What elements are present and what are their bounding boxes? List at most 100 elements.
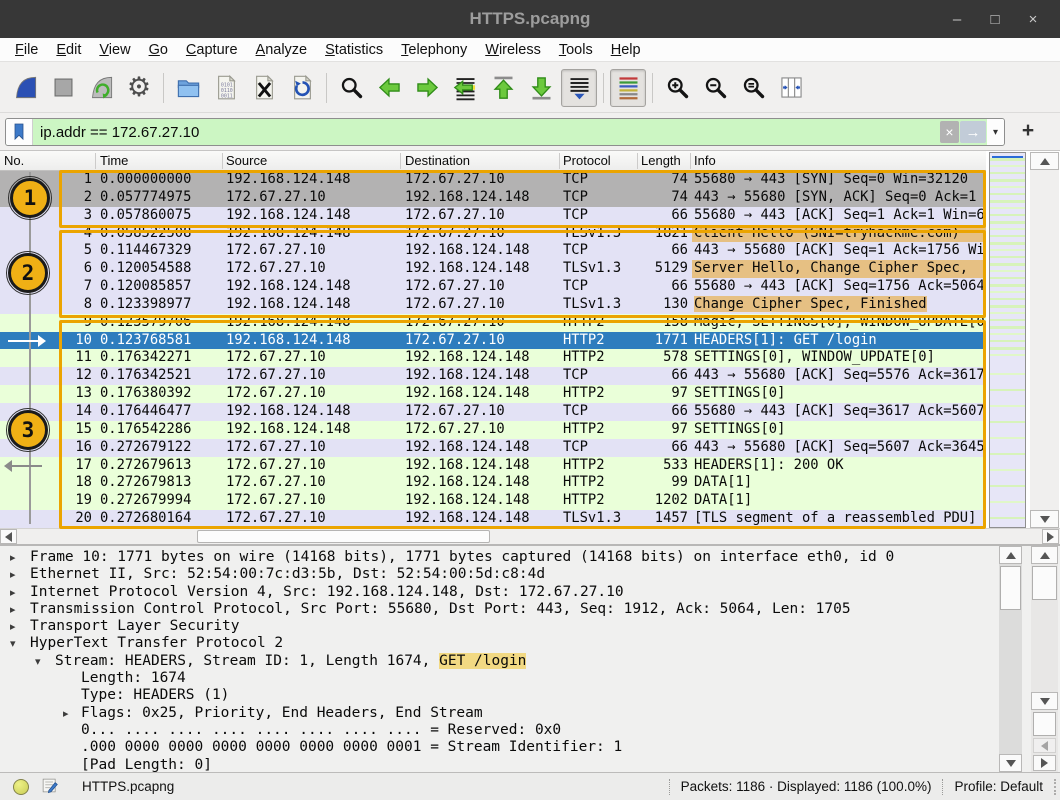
- column-separator[interactable]: [690, 153, 691, 169]
- collapsed-arrow-icon[interactable]: ▸: [63, 705, 69, 722]
- column-header-no[interactable]: No.: [4, 153, 24, 168]
- packet-row-17[interactable]: 170.272679613172.67.27.10192.168.124.148…: [0, 457, 986, 475]
- minimize-icon[interactable]: –: [938, 0, 976, 38]
- filter-input[interactable]: ip.addr == 172.67.27.10: [33, 119, 938, 145]
- detail-line[interactable]: [Pad Length: 0]: [0, 757, 996, 772]
- resize-columns-icon[interactable]: [773, 69, 809, 107]
- maximize-icon[interactable]: □: [976, 0, 1014, 38]
- scroll-down-icon[interactable]: [1031, 692, 1058, 710]
- expert-info-icon[interactable]: [13, 779, 29, 795]
- packet-row-3[interactable]: 30.057860075192.168.124.148172.67.27.10T…: [0, 207, 986, 225]
- filter-apply-icon[interactable]: →: [960, 121, 986, 143]
- collapsed-arrow-icon[interactable]: ▸: [10, 566, 16, 583]
- collapsed-arrow-icon[interactable]: ▸: [10, 584, 16, 601]
- menu-tools[interactable]: Tools: [550, 40, 602, 60]
- profile-label[interactable]: Profile: Default: [954, 779, 1043, 794]
- column-separator[interactable]: [637, 153, 638, 169]
- filter-bookmark-icon[interactable]: [6, 119, 33, 145]
- scroll-up-icon[interactable]: [999, 546, 1022, 564]
- outer-vscrollbar[interactable]: [1031, 546, 1058, 772]
- detail-line[interactable]: 0... .... .... .... .... .... .... .... …: [0, 722, 996, 739]
- menu-go[interactable]: Go: [140, 40, 177, 60]
- close-icon[interactable]: ×: [1014, 0, 1052, 38]
- menu-wireless[interactable]: Wireless: [476, 40, 550, 60]
- detail-line[interactable]: ▸Frame 10: 1771 bytes on wire (14168 bit…: [0, 549, 996, 566]
- menu-telephony[interactable]: Telephony: [392, 40, 476, 60]
- column-header-protocol[interactable]: Protocol: [563, 153, 611, 168]
- details-scroll-thumb[interactable]: [1000, 566, 1021, 610]
- filter-clear-icon[interactable]: ×: [940, 121, 959, 143]
- packet-row-4[interactable]: 40.058522508192.168.124.148172.67.27.10T…: [0, 225, 986, 243]
- intelligent-scrollbar[interactable]: [989, 152, 1026, 528]
- collapsed-arrow-icon[interactable]: ▸: [10, 618, 16, 635]
- column-header-source[interactable]: Source: [226, 153, 267, 168]
- colorize-icon[interactable]: [610, 69, 646, 107]
- scroll-up-icon[interactable]: [1031, 546, 1058, 564]
- save-file-icon[interactable]: 010101100011: [208, 69, 244, 107]
- capture-comment-icon[interactable]: [41, 777, 58, 797]
- packet-row-18[interactable]: 180.272679813172.67.27.10192.168.124.148…: [0, 474, 986, 492]
- details-vscrollbar[interactable]: [999, 546, 1022, 772]
- column-separator[interactable]: [559, 153, 560, 169]
- scroll-right-icon[interactable]: [1042, 529, 1059, 544]
- packet-list-vscrollbar[interactable]: [1030, 152, 1059, 528]
- collapsed-arrow-icon[interactable]: ▸: [10, 549, 16, 566]
- start-capture-icon[interactable]: [7, 69, 43, 107]
- outer-scroll-thumb[interactable]: [1032, 566, 1057, 600]
- packet-row-10[interactable]: 100.123768581192.168.124.148172.67.27.10…: [0, 332, 986, 350]
- packet-row-6[interactable]: 60.120054588172.67.27.10192.168.124.148T…: [0, 260, 986, 278]
- menu-statistics[interactable]: Statistics: [316, 40, 392, 60]
- packet-row-20[interactable]: 200.272680164172.67.27.10192.168.124.148…: [0, 510, 986, 528]
- packet-row-2[interactable]: 20.057774975172.67.27.10192.168.124.148T…: [0, 189, 986, 207]
- menu-edit[interactable]: Edit: [47, 40, 90, 60]
- go-first-icon[interactable]: [485, 69, 521, 107]
- go-last-icon[interactable]: [523, 69, 559, 107]
- packet-row-5[interactable]: 50.114467329172.67.27.10192.168.124.148T…: [0, 242, 986, 260]
- go-back-icon[interactable]: [371, 69, 407, 107]
- detail-line[interactable]: Type: HEADERS (1): [0, 687, 996, 704]
- packet-row-7[interactable]: 70.120085857192.168.124.148172.67.27.10T…: [0, 278, 986, 296]
- go-forward-icon[interactable]: [409, 69, 445, 107]
- filter-add-button[interactable]: +: [1014, 117, 1042, 145]
- restart-capture-icon[interactable]: [83, 69, 119, 107]
- menu-capture[interactable]: Capture: [177, 40, 247, 60]
- go-to-packet-icon[interactable]: [447, 69, 483, 107]
- detail-line[interactable]: ▸Transmission Control Protocol, Src Port…: [0, 601, 996, 618]
- scroll-down-icon[interactable]: [1030, 510, 1059, 528]
- column-separator[interactable]: [95, 153, 96, 169]
- zoom-in-icon[interactable]: [659, 69, 695, 107]
- scroll-up-icon[interactable]: [1030, 152, 1059, 170]
- packet-row-1[interactable]: 10.000000000192.168.124.148172.67.27.10T…: [0, 171, 986, 189]
- scroll-left-icon[interactable]: [1033, 738, 1056, 753]
- scroll-left-icon[interactable]: [0, 529, 17, 544]
- packet-row-19[interactable]: 190.272679994172.67.27.10192.168.124.148…: [0, 492, 986, 510]
- open-file-icon[interactable]: [170, 69, 206, 107]
- packet-row-11[interactable]: 110.176342271172.67.27.10192.168.124.148…: [0, 349, 986, 367]
- menu-help[interactable]: Help: [602, 40, 650, 60]
- packet-row-8[interactable]: 80.123398977192.168.124.148172.67.27.10T…: [0, 296, 986, 314]
- column-separator[interactable]: [400, 153, 401, 169]
- detail-line[interactable]: ▸Transport Layer Security: [0, 618, 996, 635]
- detail-line[interactable]: Length: 1674: [0, 670, 996, 687]
- detail-line[interactable]: ▸Ethernet II, Src: 52:54:00:7c:d3:5b, Ds…: [0, 566, 996, 583]
- detail-line[interactable]: ▸Flags: 0x25, Priority, End Headers, End…: [0, 705, 996, 722]
- packet-list-hscrollbar[interactable]: [0, 528, 1060, 544]
- close-file-icon[interactable]: [246, 69, 282, 107]
- scroll-down-icon[interactable]: [999, 754, 1022, 772]
- detail-line[interactable]: .000 0000 0000 0000 0000 0000 0000 0001 …: [0, 739, 996, 756]
- packet-row-16[interactable]: 160.272679122172.67.27.10192.168.124.148…: [0, 439, 986, 457]
- detail-line[interactable]: ▾HyperText Transfer Protocol 2: [0, 635, 996, 652]
- packet-row-12[interactable]: 120.176342521172.67.27.10192.168.124.148…: [0, 367, 986, 385]
- detail-line[interactable]: ▸Internet Protocol Version 4, Src: 192.1…: [0, 584, 996, 601]
- packet-row-15[interactable]: 150.176542286192.168.124.148172.67.27.10…: [0, 421, 986, 439]
- display-filter-field[interactable]: ip.addr == 172.67.27.10 × → ▾: [5, 118, 1005, 146]
- packet-row-13[interactable]: 130.176380392172.67.27.10192.168.124.148…: [0, 385, 986, 403]
- column-header-time[interactable]: Time: [100, 153, 128, 168]
- detail-line[interactable]: ▾Stream: HEADERS, Stream ID: 1, Length 1…: [0, 653, 996, 670]
- zoom-original-icon[interactable]: [735, 69, 771, 107]
- capture-options-icon[interactable]: ⚙: [121, 69, 157, 107]
- menu-view[interactable]: View: [90, 40, 139, 60]
- find-packet-icon[interactable]: [333, 69, 369, 107]
- packet-row-9[interactable]: 90.123579706192.168.124.148172.67.27.10H…: [0, 314, 986, 332]
- menu-file[interactable]: File: [6, 40, 47, 60]
